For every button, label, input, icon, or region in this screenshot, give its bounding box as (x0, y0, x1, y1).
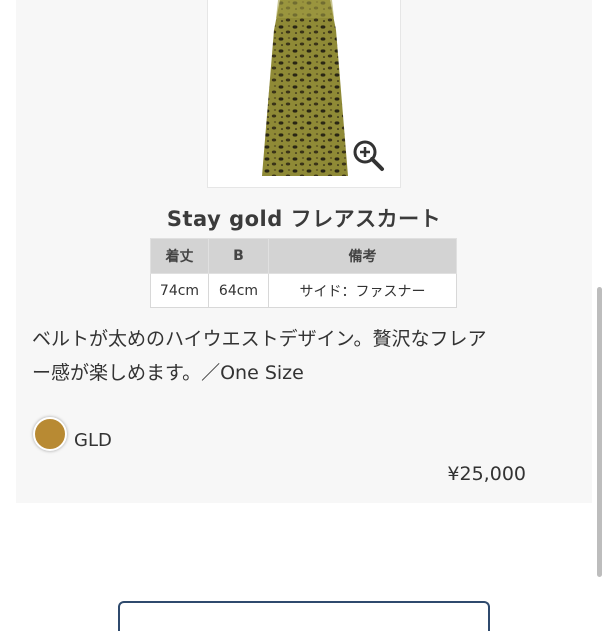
color-name: GLD (74, 430, 112, 451)
color-swatch[interactable] (33, 417, 67, 451)
scrollbar[interactable] (597, 287, 602, 577)
size-header-length: 着丈 (150, 238, 209, 274)
size-value-bust: 64cm (208, 273, 269, 308)
size-header-notes: 備考 (268, 238, 457, 274)
zoom-in-icon[interactable] (350, 137, 386, 173)
size-header-bust: B (208, 238, 269, 274)
description-line: ー感が楽しめます。／One Size (32, 362, 304, 384)
product-description: ベルトが太めのハイウエストデザイン。贅沢なフレア ー感が楽しめます。／One S… (32, 322, 577, 390)
size-value-length: 74cm (150, 273, 209, 308)
size-table: 着丈 B 備考 74cm 64cm サイド：ファスナー (150, 238, 457, 308)
size-value-notes: サイド：ファスナー (268, 273, 457, 308)
action-button[interactable] (118, 601, 490, 631)
product-price: ¥25,000 (447, 463, 526, 485)
description-line: ベルトが太めのハイウエストデザイン。贅沢なフレア (32, 328, 487, 350)
product-title: Stay gold フレアスカート (166, 207, 442, 231)
